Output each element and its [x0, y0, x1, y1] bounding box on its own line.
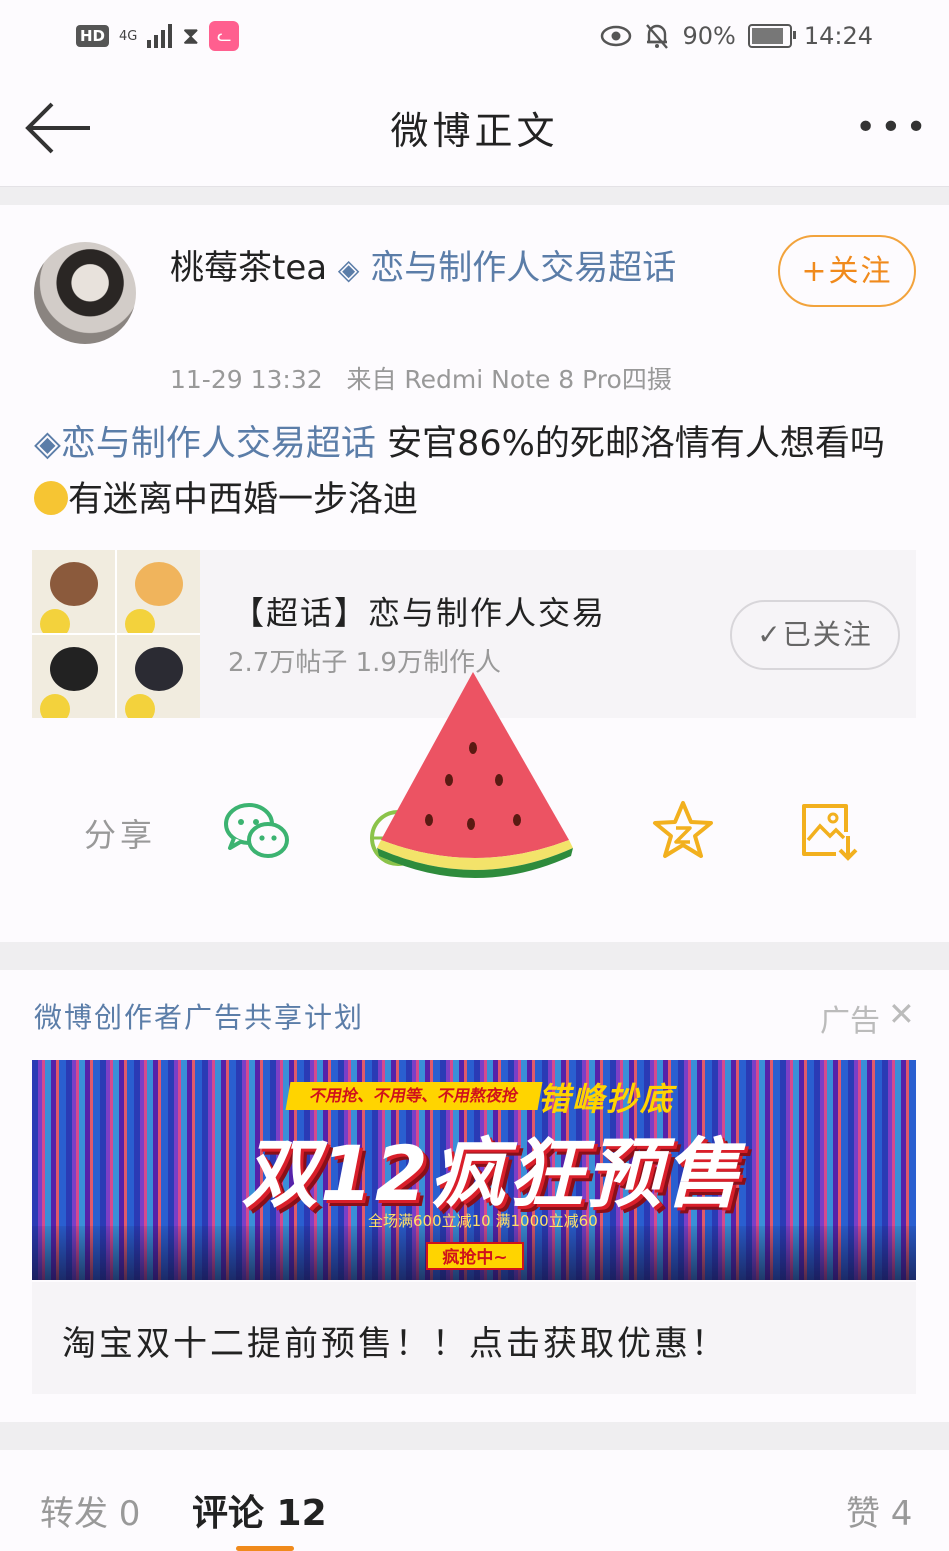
network-label: 4G	[119, 28, 138, 44]
tab-comment[interactable]: 评论 12	[192, 1484, 327, 1536]
banner-offer: 全场满600立减10 满1000立减60	[368, 1212, 598, 1230]
active-tab-indicator	[236, 1546, 294, 1551]
banner-tagline: 不用抢、不用等、不用熬夜抢	[285, 1082, 543, 1110]
wechat-share-icon[interactable]	[222, 800, 290, 862]
ad-caption: 淘宝双十二提前预售！！点击获取优惠！	[62, 1324, 728, 1364]
battery-icon	[747, 24, 796, 48]
banner-cta-button[interactable]: 疯抢中~	[426, 1242, 524, 1270]
author-line: 桃莓茶tea ◈ 恋与制作人交易超话	[170, 242, 750, 296]
tab-bar	[0, 1450, 949, 1551]
avatar[interactable]	[34, 242, 136, 344]
topic-thumbnail	[32, 550, 200, 718]
tab-repost[interactable]: 转发 0	[40, 1486, 140, 1535]
character-thumb	[117, 635, 200, 718]
battery-percent: 90%	[682, 22, 736, 50]
save-image-icon[interactable]	[800, 802, 860, 862]
super-topic-icon-inline: ◈	[34, 424, 61, 464]
banner-headline: 双12疯狂预售	[242, 1129, 742, 1218]
status-bar-right: 90% 14:24	[600, 18, 873, 54]
app-notification-icon: ᓚ	[209, 21, 240, 51]
share-label: 分享	[84, 816, 157, 854]
character-thumb	[117, 550, 200, 633]
signal-icon	[147, 24, 173, 48]
ad-tag: 广告	[820, 1004, 880, 1039]
post-text: ◈恋与制作人交易超话 安官86%的死邮洛情有人想看吗有迷离中西婚一步洛迪	[34, 416, 914, 528]
watermelon-sticker-icon	[377, 672, 573, 878]
followed-button[interactable]: ✓已关注	[730, 600, 900, 670]
hd-badge: HD	[76, 25, 110, 47]
post-text-main: 安官86%的死邮洛情有人想看吗	[375, 424, 885, 464]
post-text-tail: 有迷离中西婚一步洛迪	[68, 480, 419, 520]
follow-button[interactable]: +关注	[778, 235, 916, 307]
clock: 14:24	[803, 22, 873, 50]
post-topic-link[interactable]: 恋与制作人交易超话	[61, 424, 376, 464]
ad-close-icon[interactable]: ✕	[888, 996, 915, 1032]
favorite-star-icon[interactable]	[652, 800, 714, 862]
post-timestamp: 11-29 13:32	[170, 365, 323, 394]
laugh-cry-emoji-icon	[34, 481, 68, 515]
character-thumb	[32, 550, 115, 633]
tab-like[interactable]: 赞 4	[846, 1486, 912, 1535]
author-name[interactable]: 桃莓茶tea	[170, 248, 327, 288]
post-meta: 11-29 13:32 来自 Redmi Note 8 Pro四摄	[170, 360, 672, 396]
topic-name: 【超话】恋与制作人交易	[232, 594, 607, 632]
eye-icon	[601, 25, 632, 47]
status-bar-left: HD 4G ⧗ ᓚ	[76, 20, 240, 52]
ad-banner[interactable]: 不用抢、不用等、不用熬夜抢 错峰抄底 双12疯狂预售 全场满600立减10 满1…	[32, 1060, 916, 1280]
more-options-button[interactable]: •••	[855, 110, 927, 146]
character-thumb	[32, 635, 115, 718]
post-source: 来自 Redmi Note 8 Pro四摄	[346, 365, 672, 394]
hourglass-icon: ⧗	[182, 22, 200, 50]
mute-bell-icon	[646, 24, 669, 49]
super-topic-icon: ◈	[337, 253, 360, 286]
author-topic-link[interactable]: 恋与制作人交易超话	[370, 248, 676, 288]
page-title: 微博正文	[390, 109, 559, 153]
ad-program-label: 微博创作者广告共享计划	[34, 1001, 365, 1034]
